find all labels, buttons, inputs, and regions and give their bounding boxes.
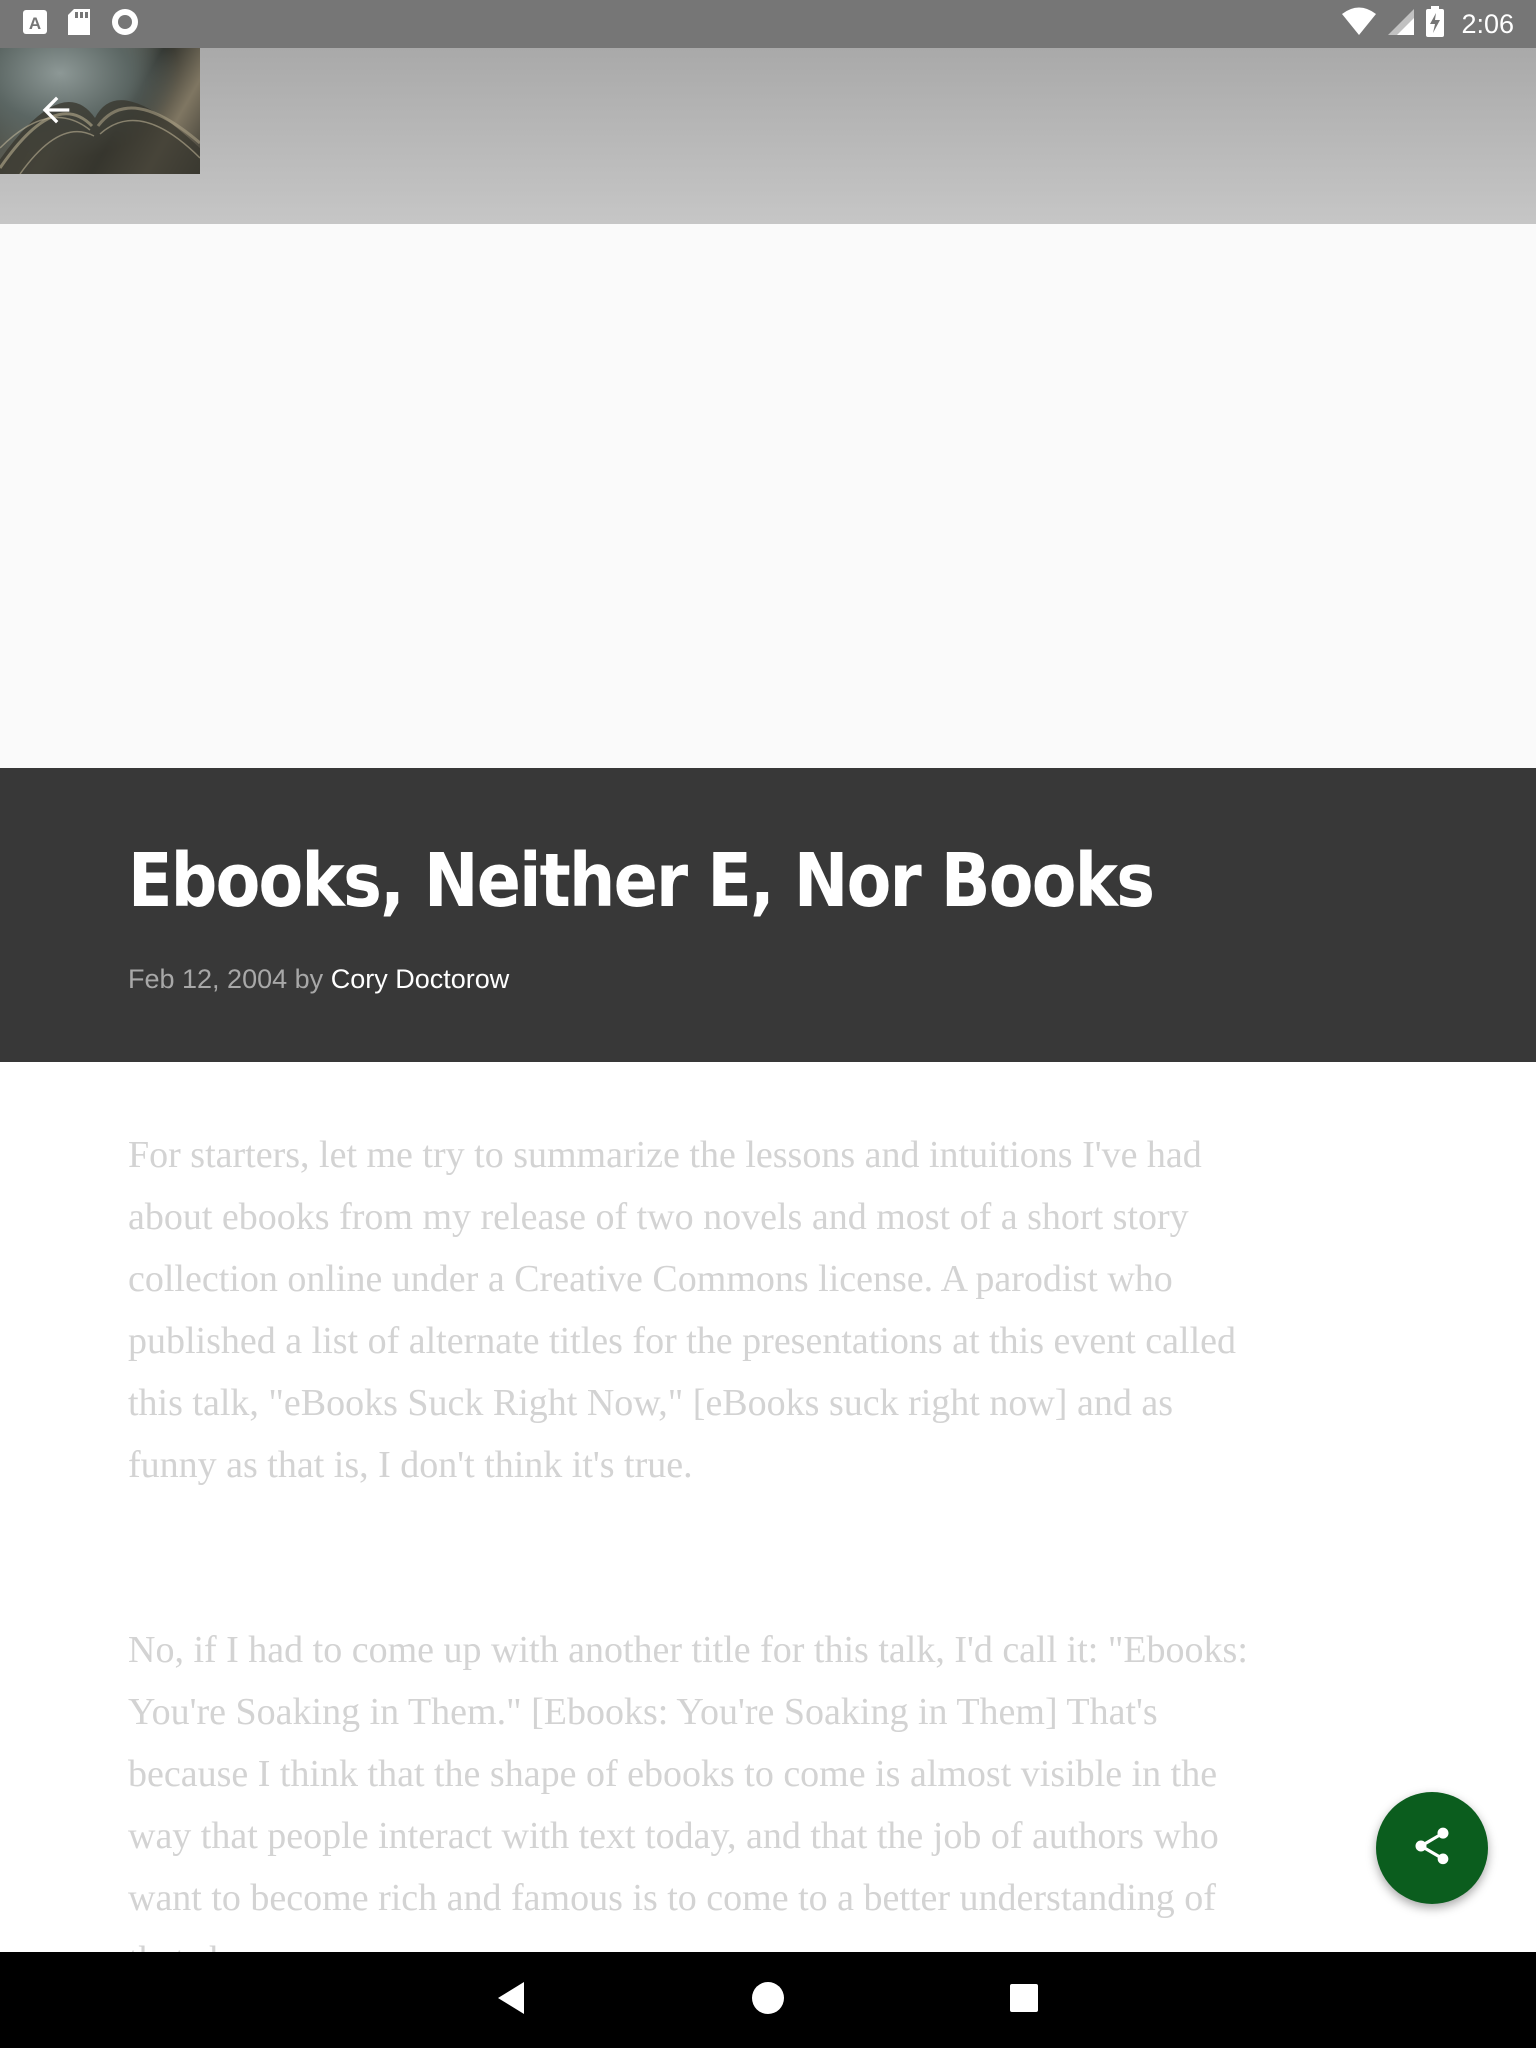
signal-icon: [1387, 8, 1415, 41]
battery-charging-icon: [1425, 5, 1445, 43]
article-author-link[interactable]: Cory Doctorow: [331, 964, 510, 994]
recents-square-icon: [1009, 1983, 1039, 2018]
share-button[interactable]: [1376, 1792, 1488, 1904]
back-triangle-icon: [496, 1981, 528, 2020]
app-bar: [0, 48, 1536, 224]
hero-image-placeholder: [0, 224, 1536, 768]
share-icon: [1410, 1824, 1454, 1873]
article-title: Ebooks, Neither E, Nor Books: [128, 838, 1155, 924]
navigation-bar: [0, 1952, 1536, 2048]
font-app-icon: A: [22, 9, 48, 40]
article-paragraph: For starters, let me try to summarize th…: [128, 1134, 1236, 1486]
nav-back-button[interactable]: [452, 1952, 572, 2048]
back-button[interactable]: [24, 80, 88, 144]
arrow-back-icon: [36, 90, 76, 135]
status-time: 2:06: [1461, 8, 1514, 39]
article-paragraph: No, if I had to come up with another tit…: [128, 1629, 1248, 1952]
status-bar: A 2:06: [0, 0, 1536, 48]
svg-text:A: A: [29, 14, 41, 33]
article-date: Feb 12, 2004: [128, 964, 288, 994]
article-by-label: by: [294, 964, 324, 994]
record-icon: [110, 7, 140, 42]
home-circle-icon: [751, 1981, 785, 2020]
sd-card-icon: [66, 8, 92, 41]
article-body: For starters, let me try to summarize th…: [0, 1062, 1536, 1952]
wifi-icon: [1341, 7, 1377, 42]
status-bar-notifications: A: [22, 8, 140, 40]
nav-recents-button[interactable]: [964, 1952, 1084, 2048]
article-meta: Feb 12, 2004 by Cory Doctorow: [128, 964, 509, 995]
status-bar-system: 2:06: [1341, 0, 1514, 48]
nav-home-button[interactable]: [708, 1952, 828, 2048]
